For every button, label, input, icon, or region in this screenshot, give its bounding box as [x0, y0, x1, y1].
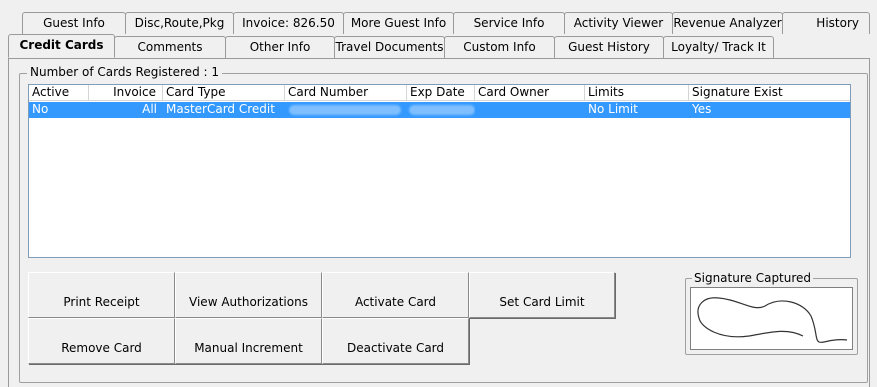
tab-invoice[interactable]: Invoice: 826.50 — [233, 12, 344, 34]
cell-card-owner — [475, 102, 585, 118]
signature-image — [690, 287, 853, 350]
cell-invoice: All — [142, 102, 157, 116]
redacted-card-number — [289, 105, 401, 115]
tab-guest-info[interactable]: Guest Info — [22, 12, 126, 34]
column-header-signature-exist[interactable]: Signature Exist — [689, 85, 850, 101]
tab-revenue-analyzer[interactable]: Revenue Analyzer — [672, 12, 783, 34]
tab-travel-documents[interactable]: Travel Documents — [334, 36, 445, 58]
tab-credit-cards[interactable]: Credit Cards — [8, 34, 115, 58]
cell-card-number — [285, 102, 407, 118]
tab-custom-info[interactable]: Custom Info — [444, 36, 555, 58]
column-header-active[interactable]: Active — [29, 85, 89, 101]
tab-service-info[interactable]: Service Info — [453, 12, 565, 34]
redacted-exp-date — [409, 105, 475, 115]
tab-more-guest-info[interactable]: More Guest Info — [343, 12, 454, 34]
tab-disc-route-pkg[interactable]: Disc,Route,Pkg — [125, 12, 234, 34]
deactivate-card-button[interactable]: Deactivate Card — [322, 318, 469, 364]
signature-captured-label: Signature Captured — [692, 271, 814, 285]
column-header-invoice[interactable]: Invoice — [89, 85, 163, 101]
tab-comments[interactable]: Comments — [114, 36, 226, 58]
print-receipt-button[interactable]: Print Receipt — [28, 272, 175, 318]
manual-increment-button[interactable]: Manual Increment — [175, 318, 322, 364]
tab-loyalty-track-it[interactable]: Loyalty/ Track It — [663, 36, 774, 58]
column-header-exp-date[interactable]: Exp Date — [407, 85, 475, 101]
tab-guest-history[interactable]: Guest History — [554, 36, 664, 58]
tab-history[interactable]: History — [782, 12, 870, 34]
cards-registered-label: Number of Cards Registered : 1 — [27, 65, 222, 79]
signature-stroke — [697, 297, 848, 344]
cell-card-type: MasterCard Credit — [166, 102, 275, 116]
table-row[interactable]: No All MasterCard Credit No Limit Yes — [29, 102, 850, 118]
cell-signature-exist: Yes — [692, 102, 712, 116]
column-header-card-owner[interactable]: Card Owner — [475, 85, 585, 101]
tab-other-info[interactable]: Other Info — [225, 36, 335, 58]
tab-activity-viewer[interactable]: Activity Viewer — [564, 12, 673, 34]
column-header-limits[interactable]: Limits — [585, 85, 689, 101]
view-authorizations-button[interactable]: View Authorizations — [175, 272, 322, 318]
cell-exp-date — [407, 102, 475, 118]
remove-card-button[interactable]: Remove Card — [28, 318, 175, 364]
cell-active: No — [32, 102, 49, 116]
credit-cards-table[interactable]: Active Invoice Card Type Card Number Exp… — [28, 84, 851, 258]
activate-card-button[interactable]: Activate Card — [322, 272, 469, 318]
column-header-card-type[interactable]: Card Type — [163, 85, 285, 101]
table-header: Active Invoice Card Type Card Number Exp… — [29, 85, 850, 101]
cell-limits: No Limit — [588, 102, 638, 116]
set-card-limit-button[interactable]: Set Card Limit — [469, 272, 615, 318]
column-header-card-number[interactable]: Card Number — [285, 85, 407, 101]
